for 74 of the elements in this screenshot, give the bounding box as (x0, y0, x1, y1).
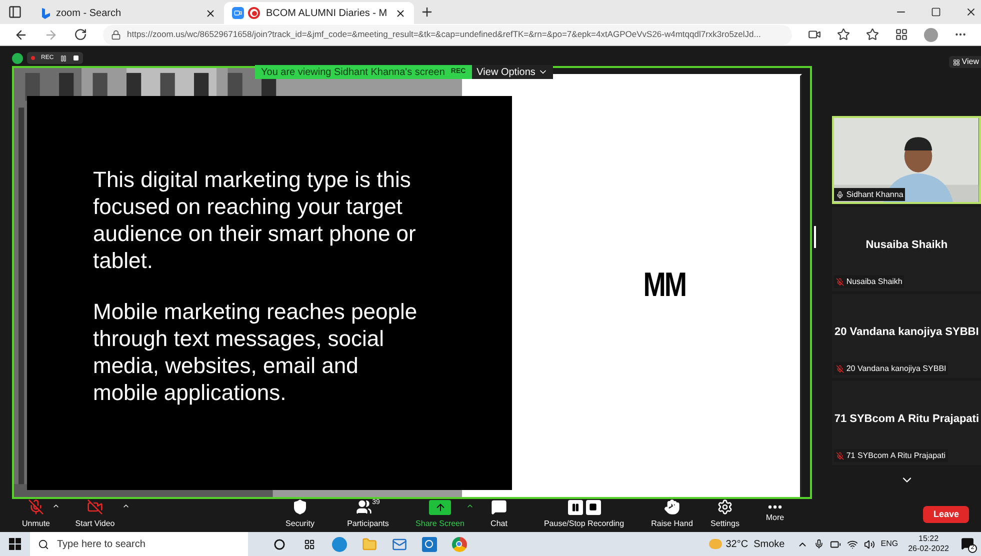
search-engine-icon (42, 8, 50, 18)
toolbar-button[interactable]: Pause/Stop Recording (524, 498, 644, 531)
shield-icon (292, 499, 308, 515)
pause-icon[interactable] (60, 54, 67, 62)
collections-icon[interactable] (895, 28, 908, 41)
people-icon (356, 499, 372, 515)
tab-actions-icon[interactable] (8, 5, 22, 19)
toolbar-button[interactable]: More (750, 498, 800, 531)
tab-title: zoom - Search (56, 6, 122, 20)
view-button[interactable]: View (948, 56, 981, 68)
back-icon[interactable] (14, 28, 28, 42)
muted-mic-icon (836, 278, 844, 286)
camera-icon[interactable] (808, 28, 821, 41)
address-field[interactable]: https://zoom.us/wc/86529671658/join?track_id=&jmf_code=&meeting_result=&tk=&cap=undefined&refTK=&rn=&po=7&epk=4xtAGPOeVvS26-w4mtqqdl7rxk3ro5zelJd... (103, 24, 792, 44)
muted-mic-icon (836, 364, 844, 372)
taskbar-search-field[interactable]: Type here to search (30, 532, 248, 556)
muted-mic-icon (836, 452, 844, 460)
toolbar-button[interactable]: Chat (474, 498, 524, 531)
favorites-icon[interactable] (866, 28, 879, 41)
caret-icon[interactable] (52, 502, 60, 510)
hand-icon (664, 499, 680, 515)
favorite-icon[interactable] (837, 28, 850, 41)
share-screen-icon (429, 500, 451, 514)
toolbar-button[interactable]: Raise Hand (644, 498, 700, 531)
scroll-handle[interactable] (814, 226, 816, 248)
slide-paragraph: This digital marketing type is this focused on reaching your target audience on their smart phone or tablet. (93, 166, 417, 274)
language-indicator[interactable]: ENG (880, 538, 898, 550)
mic-icon (836, 190, 844, 198)
recording-icon (248, 7, 260, 19)
view-options-button[interactable]: View Options (472, 65, 554, 79)
close-icon[interactable] (395, 8, 406, 18)
toolbar-button[interactable]: Unmute (12, 498, 60, 531)
lock-icon (111, 30, 121, 40)
battery-icon[interactable] (830, 538, 841, 550)
close-icon[interactable] (965, 6, 977, 18)
toolbar-button[interactable]: Settings (700, 498, 750, 531)
caret-icon[interactable] (466, 502, 474, 510)
toolbar-button[interactable]: Start Video (60, 498, 130, 531)
weather-text[interactable]: 32°C Smoke (726, 536, 785, 552)
close-icon[interactable] (205, 8, 216, 18)
more-icon (768, 505, 782, 509)
toolbar-button[interactable]: Share Screen (406, 498, 474, 531)
video-off-icon (87, 499, 103, 515)
browser-tab[interactable]: zoom - Search (34, 2, 224, 24)
search-icon (38, 538, 49, 550)
participant-name: Sidhant Khanna (846, 188, 904, 200)
participant-display-name: Nusaiba Shaikh (866, 238, 948, 253)
pause-stop-icon (568, 500, 600, 514)
toolbar-button[interactable]: Security (270, 498, 330, 531)
microphone-icon[interactable] (814, 539, 824, 549)
tab-title: BCOM ALUMNI Diaries - M (266, 6, 388, 20)
muted-mic-icon (28, 499, 44, 515)
chat-icon (491, 499, 507, 515)
participant-name: 20 Vandana kanojiya SYBBI (846, 362, 946, 374)
leave-button[interactable]: Leave (923, 506, 969, 523)
volume-icon[interactable] (864, 538, 875, 550)
stop-icon[interactable] (72, 55, 79, 61)
caret-icon[interactable] (122, 502, 130, 510)
maximize-icon[interactable] (931, 7, 941, 17)
browser-tab[interactable]: BCOM ALUMNI Diaries - M (224, 2, 414, 24)
profile-icon[interactable] (924, 28, 938, 42)
participant-name: 71 SYBcom A Ritu Prajapati (846, 450, 946, 462)
participant-name: Nusaiba Shaikh (846, 276, 902, 288)
refresh-icon[interactable] (74, 28, 87, 41)
settings-icon (717, 499, 733, 515)
slide-paragraph: Mobile marketing reaches people through text messages, social media, websites, email and mobile applications. (93, 298, 418, 406)
participant-display-name: 71 SYBcom A Ritu Prajapati (834, 412, 979, 427)
new-tab-icon[interactable] (420, 5, 434, 19)
grid-icon (952, 58, 960, 66)
clock[interactable]: 15:22 26-02-2022 (908, 534, 949, 554)
participant-display-name: 20 Vandana kanojiya SYBBI (834, 324, 979, 340)
wifi-icon[interactable] (846, 538, 858, 550)
slide-logo: MM (643, 268, 686, 302)
video-app-icon (232, 7, 244, 19)
